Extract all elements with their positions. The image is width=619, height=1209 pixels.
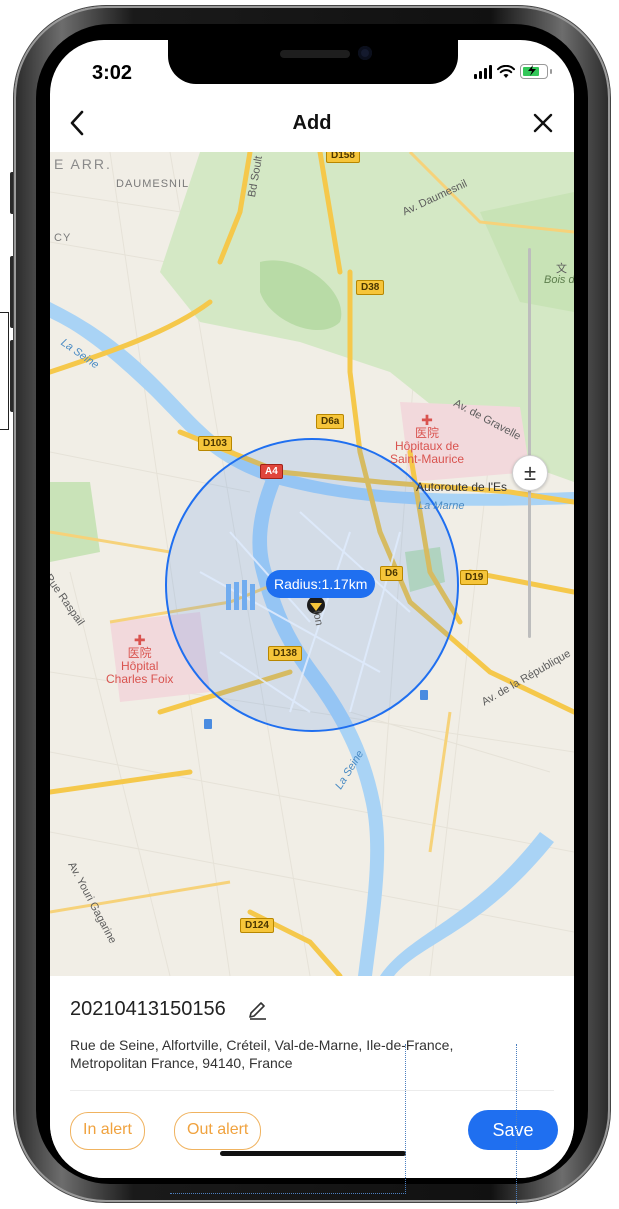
map-label-bois: Bois d	[544, 274, 574, 286]
road-badge-d6: D6	[380, 566, 403, 581]
poi-hopitaux-saint-maurice: ✚ 医院 Hôpitaux de Saint-Maurice	[390, 413, 465, 466]
save-button[interactable]: Save	[468, 1110, 558, 1150]
road-badge-d138: D138	[268, 646, 302, 661]
map-label-arr: E ARR.	[54, 156, 112, 172]
status-icons	[474, 64, 552, 79]
guide-line	[516, 1044, 517, 1204]
close-icon	[533, 113, 553, 133]
edit-name-button[interactable]	[246, 996, 270, 1020]
road-badge-d124: D124	[240, 918, 274, 933]
nav-bar: Add	[50, 100, 574, 152]
road-badge-d6a: D6a	[316, 414, 345, 429]
radius-label: Radius:1.17km	[266, 570, 376, 598]
close-button[interactable]	[526, 106, 560, 140]
road-badge-d19: D19	[460, 570, 489, 585]
divider	[70, 1090, 554, 1091]
map-base	[50, 152, 574, 976]
poi-hopital-charles-foix: ✚ 医院 Hôpital Charles Foix	[106, 633, 174, 686]
fence-info-panel: 20210413150156 Rue de Seine, Alfortville…	[50, 976, 574, 1178]
fence-address: Rue de Seine, Alfortville, Créteil, Val-…	[70, 1037, 454, 1071]
front-camera	[358, 46, 372, 60]
speaker	[280, 50, 350, 58]
home-indicator	[220, 1151, 406, 1156]
radius-slider-handle[interactable]: ±	[512, 455, 548, 491]
guide-line	[170, 1193, 406, 1194]
notch	[168, 40, 458, 84]
road-badge-d38: D38	[356, 280, 385, 295]
road-badge-d103: D103	[198, 436, 232, 451]
pencil-icon	[249, 1002, 266, 1020]
fence-name: 20210413150156	[70, 998, 226, 1020]
page-title: Add	[292, 112, 332, 134]
map-label-fon: fon	[310, 609, 325, 627]
map-label-la-marne: La Marne	[418, 500, 465, 512]
radius-slider-track[interactable]	[528, 248, 531, 638]
map-label-daumesnil: DAUMESNIL	[116, 178, 190, 190]
map-label-cy: CY	[54, 232, 72, 244]
map-view[interactable]: E ARR. DAUMESNIL CY Bd Soult Av. Daumesn…	[50, 152, 574, 976]
out-alert-button[interactable]: Out alert	[174, 1112, 262, 1150]
edge-bracket	[0, 312, 9, 430]
map-label-autoroute: Autoroute de l'Es	[416, 480, 508, 494]
status-time: 3:02	[92, 62, 133, 84]
wifi-icon	[497, 64, 515, 78]
plus-icon: ±	[523, 460, 537, 485]
road-badge-a4: A4	[260, 464, 283, 479]
battery-icon	[520, 64, 552, 79]
app-screen: 3:02 Add E ARR. DAUMESNIL CY Bd Soult Av…	[50, 40, 574, 1178]
poi-hopitaux-name-2: Saint-Maurice	[390, 452, 465, 466]
road-badge-d158: D158	[326, 152, 360, 163]
in-alert-button[interactable]: In alert	[70, 1112, 145, 1150]
signal-icon	[474, 64, 492, 79]
poi-charles-name-2: Charles Foix	[106, 672, 174, 686]
guide-line	[405, 1044, 406, 1194]
